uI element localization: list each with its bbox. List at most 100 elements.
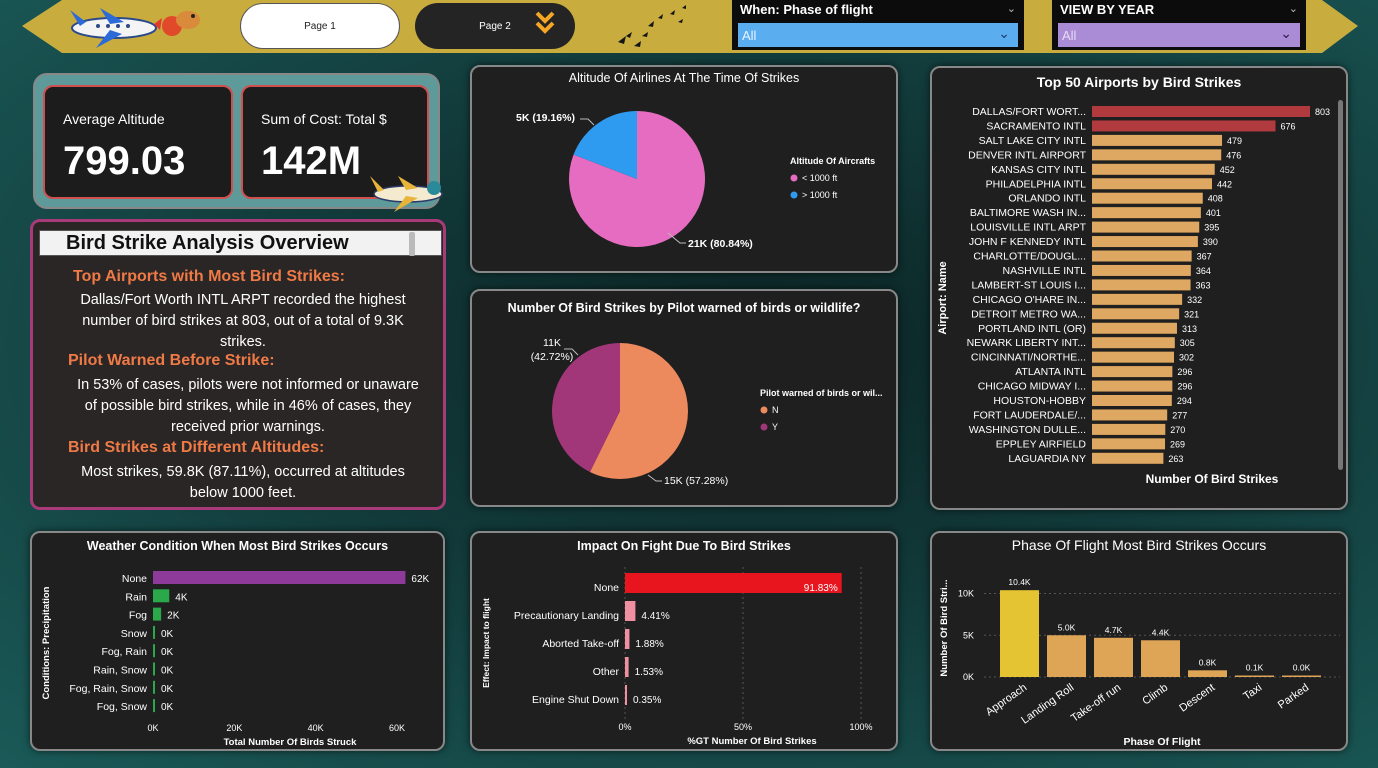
category-label: NASHVILLE INTL bbox=[1003, 265, 1087, 277]
legend-marker bbox=[760, 406, 768, 414]
page-2-label: Page 2 bbox=[479, 20, 511, 32]
phase-column-chart: Number Of Bird Stri... 0K 5K 10K 10.4K Approa… bbox=[939, 577, 1340, 748]
bar bbox=[625, 629, 630, 649]
column bbox=[1094, 637, 1133, 677]
category-label: SACRAMENTO INTL bbox=[986, 120, 1086, 132]
bar bbox=[1092, 178, 1212, 190]
year-slicer-value: All bbox=[1062, 27, 1077, 43]
bar bbox=[1092, 279, 1191, 291]
data-label: 5.0K bbox=[1058, 622, 1076, 632]
category-label: DALLAS/FORT WORT... bbox=[972, 106, 1086, 118]
category-label: PORTLAND INTL (OR) bbox=[978, 323, 1086, 335]
overview-text-airports: Dallas/Fort Worth INTL ARPT recorded the… bbox=[80, 292, 406, 350]
data-label: 296 bbox=[1177, 367, 1192, 377]
legend-label: Y bbox=[772, 422, 778, 432]
data-label: 294 bbox=[1177, 396, 1192, 406]
category-label: Fog bbox=[129, 610, 147, 622]
pie-leader-line bbox=[647, 474, 662, 482]
bar bbox=[153, 662, 155, 676]
data-label: 4K bbox=[175, 592, 188, 603]
data-label: 296 bbox=[1177, 382, 1192, 392]
data-label: 408 bbox=[1208, 194, 1223, 204]
data-label: 91.83% bbox=[804, 583, 838, 594]
bar bbox=[625, 601, 636, 621]
bar bbox=[153, 699, 155, 713]
category-label: CHARLOTTE/DOUGL... bbox=[973, 251, 1086, 263]
kpi-title: Sum of Cost: Total $ bbox=[261, 111, 387, 127]
chevron-down-icon: ⌄ bbox=[1280, 25, 1292, 41]
overview-title: Bird Strike Analysis Overview bbox=[39, 230, 442, 256]
bar bbox=[1092, 337, 1175, 349]
weather-condition-panel: Weather Condition When Most Bird Strikes… bbox=[30, 531, 445, 751]
column bbox=[1000, 590, 1039, 677]
data-label: 332 bbox=[1187, 295, 1202, 305]
category-label: CHICAGO MIDWAY I... bbox=[978, 381, 1086, 393]
data-label: 390 bbox=[1203, 237, 1218, 247]
scrollbar[interactable] bbox=[409, 232, 415, 256]
category-label: JOHN F KENNEDY INTL bbox=[969, 236, 1086, 248]
impact-on-flight-panel: Impact On Fight Due To Bird Strikes Effe… bbox=[470, 531, 898, 751]
top-airports-panel: Top 50 Airports by Bird Strikes Airport:… bbox=[930, 66, 1348, 510]
scrollbar[interactable] bbox=[1338, 100, 1343, 470]
top-airports-bar-chart: Airport: Name DALLAS/FORT WORT... 803 SACRA… bbox=[937, 106, 1330, 486]
x-tick-label: 20K bbox=[226, 723, 242, 733]
average-altitude-card: Average Altitude 799.03 bbox=[43, 85, 233, 199]
legend-marker bbox=[790, 174, 798, 182]
y-axis-label: Number Of Bird Stri... bbox=[939, 579, 950, 676]
x-tick-label: 40K bbox=[308, 723, 324, 733]
bar bbox=[1092, 134, 1223, 146]
pie-data-label: (42.72%) bbox=[531, 351, 574, 363]
data-label: 62K bbox=[411, 574, 429, 585]
chevron-down-icon[interactable]: ⌄ bbox=[1289, 2, 1298, 15]
phase-slicer-label: When: Phase of flight bbox=[740, 2, 873, 17]
y-axis-label: Airport: Name bbox=[937, 261, 949, 334]
category-label: Other bbox=[593, 666, 620, 678]
category-label: KANSAS CITY INTL bbox=[991, 164, 1086, 176]
category-label: DENVER INTL AIRPORT bbox=[968, 149, 1086, 161]
x-axis-label: Phase Of Flight bbox=[1123, 736, 1201, 748]
page-1-button[interactable]: Page 1 bbox=[240, 3, 400, 49]
x-tick-label: 100% bbox=[849, 722, 872, 732]
category-label: FORT LAUDERDALE/... bbox=[973, 409, 1086, 421]
data-label: 401 bbox=[1206, 208, 1221, 218]
category-label: PHILADELPHIA INTL bbox=[986, 178, 1087, 190]
overview-title-text: Bird Strike Analysis Overview bbox=[66, 232, 349, 254]
bar bbox=[153, 680, 155, 694]
double-chevron-down-icon[interactable] bbox=[534, 10, 556, 36]
airplane-bird-logo bbox=[62, 4, 212, 52]
category-label: ORLANDO INTL bbox=[1008, 193, 1086, 205]
data-label: 302 bbox=[1179, 353, 1194, 363]
category-label: Aborted Take-off bbox=[542, 638, 619, 650]
x-tick-label: Parked bbox=[1276, 682, 1311, 712]
category-label: Fog, Snow bbox=[97, 701, 148, 713]
data-label: 0.8K bbox=[1199, 657, 1217, 667]
bar bbox=[1092, 250, 1192, 262]
chevron-down-icon[interactable]: ⌄ bbox=[1007, 2, 1016, 15]
column bbox=[1188, 670, 1227, 677]
phase-of-flight-slicer[interactable]: When: Phase of flight ⌄ All ⌄ bbox=[732, 0, 1024, 50]
data-label: 364 bbox=[1196, 266, 1211, 276]
data-label: 452 bbox=[1220, 165, 1235, 175]
category-label: BALTIMORE WASH IN... bbox=[970, 207, 1086, 219]
legend-label: N bbox=[772, 405, 779, 415]
bar bbox=[1092, 149, 1222, 161]
data-label: 395 bbox=[1204, 223, 1219, 233]
bar bbox=[153, 589, 170, 603]
legend-marker bbox=[790, 191, 798, 199]
view-by-year-slicer[interactable]: VIEW BY YEAR ⌄ All ⌄ bbox=[1052, 0, 1306, 50]
bar bbox=[153, 571, 406, 584]
x-tick-label: Taxi bbox=[1241, 682, 1264, 703]
y-tick-label: 10K bbox=[958, 589, 974, 599]
overview-heading-altitudes: Bird Strikes at Different Altitudes: bbox=[68, 439, 325, 456]
bar bbox=[625, 657, 629, 677]
phase-slicer-dropdown[interactable]: All ⌄ bbox=[738, 23, 1018, 47]
x-tick-label: Approach bbox=[984, 682, 1029, 719]
x-tick-label: 60K bbox=[389, 723, 405, 733]
category-label: DETROIT METRO WA... bbox=[971, 308, 1086, 320]
bar bbox=[1092, 351, 1174, 363]
year-slicer-dropdown[interactable]: All ⌄ bbox=[1058, 23, 1300, 47]
bar bbox=[1092, 236, 1198, 248]
data-label: 803 bbox=[1315, 107, 1330, 117]
category-label: WASHINGTON DULLE... bbox=[969, 424, 1086, 436]
data-label: 305 bbox=[1180, 338, 1195, 348]
